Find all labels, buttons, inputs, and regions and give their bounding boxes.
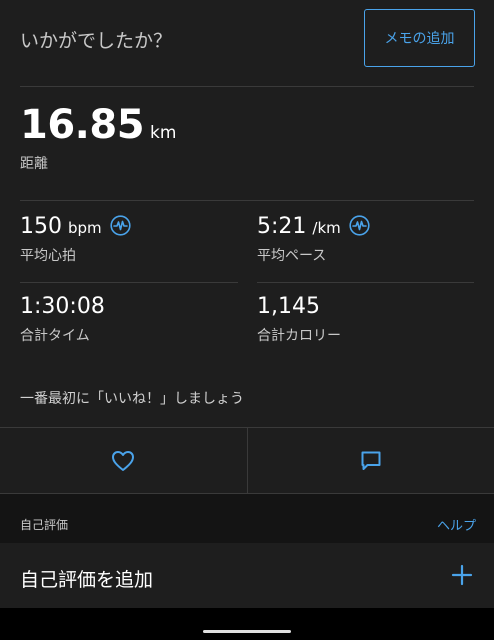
divider (257, 282, 474, 283)
help-link[interactable]: ヘルプ (437, 515, 476, 534)
add-self-rating-row[interactable]: 自己評価を追加 (0, 543, 494, 608)
avg-heart-rate-stat: 150 bpm 平均心拍 (20, 212, 131, 265)
total-calories-value: 1,145 (257, 294, 320, 319)
avg-heart-rate-value: 150 (20, 214, 62, 239)
plus-icon[interactable] (450, 563, 474, 587)
pace-wave-icon[interactable] (349, 215, 370, 236)
like-button[interactable] (0, 428, 247, 493)
feedback-question: いかがでしたか？ (20, 30, 173, 52)
avg-pace-unit: /km (312, 219, 341, 237)
social-action-bar (0, 427, 494, 494)
add-self-rating-label: 自己評価を追加 (20, 569, 154, 591)
distance-value: 16.85 (20, 102, 145, 148)
avg-pace-label: 平均ペース (257, 248, 327, 264)
distance-value-group: 16.85 km (20, 102, 176, 148)
total-time-value: 1:30:08 (20, 294, 105, 319)
total-calories-stat: 1,145 合計カロリー (257, 294, 341, 345)
divider (20, 86, 474, 87)
add-memo-button[interactable]: メモの追加 (364, 9, 475, 67)
comment-icon (361, 451, 381, 470)
total-calories-label: 合計カロリー (257, 328, 341, 344)
like-prompt-text: 一番最初に「いいね！」しましょう (20, 391, 244, 407)
heart-rate-wave-icon[interactable] (110, 215, 131, 236)
self-rating-section-header: 自己評価 ヘルプ (0, 494, 494, 543)
total-time-label: 合計タイム (20, 328, 90, 344)
activity-summary-screen: いかがでしたか？ メモの追加 16.85 km 距離 150 bpm 平均心拍 … (0, 0, 494, 640)
distance-label: 距離 (20, 156, 48, 172)
feedback-prompt-row: いかがでしたか？ メモの追加 (0, 0, 494, 86)
system-navigation-bar (0, 608, 494, 640)
heart-icon (112, 450, 135, 471)
home-indicator[interactable] (203, 630, 291, 633)
avg-pace-value: 5:21 (257, 214, 307, 239)
avg-heart-rate-label: 平均心拍 (20, 248, 76, 264)
self-rating-section-title: 自己評価 (20, 518, 69, 532)
divider (20, 200, 474, 201)
distance-unit: km (150, 123, 177, 143)
divider (20, 282, 238, 283)
comment-button[interactable] (246, 428, 494, 493)
avg-heart-rate-unit: bpm (68, 219, 102, 237)
avg-pace-stat: 5:21 /km 平均ペース (257, 212, 370, 265)
total-time-stat: 1:30:08 合計タイム (20, 294, 105, 345)
